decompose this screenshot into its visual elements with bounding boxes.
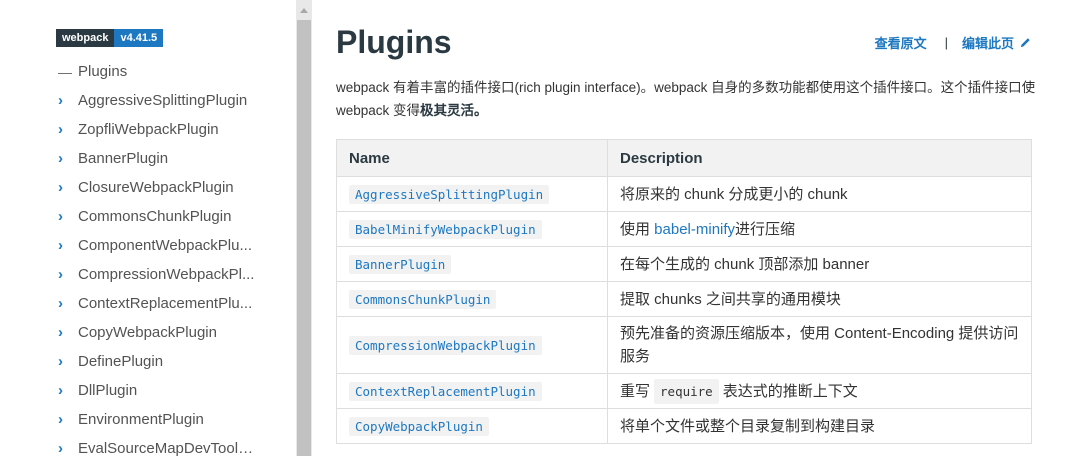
chevron-right-icon: › (58, 121, 63, 138)
divider: | (944, 35, 948, 50)
sidebar-item-zopfliwebpackplugin[interactable]: › ZopfliWebpackPlugin (58, 115, 258, 144)
table-row: AggressiveSplittingPlugin 将原来的 chunk 分成更… (336, 176, 1032, 212)
sidebar-item-label: CommonsChunkPlugin (78, 208, 232, 225)
sidebar-item-defineplugin[interactable]: › DefinePlugin (58, 347, 258, 376)
sidebar-item-bannerplugin[interactable]: › BannerPlugin (58, 144, 258, 173)
column-header-description: Description (607, 139, 1032, 177)
sidebar-item-label: EnvironmentPlugin (78, 411, 204, 428)
plugin-link[interactable]: CopyWebpackPlugin (349, 416, 489, 436)
badge-version: v4.41.5 (114, 29, 164, 47)
scroll-thumb[interactable] (297, 20, 311, 456)
sidebar-item-label: AggressiveSplittingPlugin (78, 92, 248, 109)
desc-text: 使用 (620, 220, 655, 238)
plugin-description: 重写 require 表达式的推断上下文 (607, 373, 1032, 409)
chevron-right-icon: › (58, 266, 63, 283)
sidebar: webpack v4.41.5 — Plugins › AggressiveSpli… (0, 0, 296, 457)
version-badge[interactable]: webpack v4.41.5 (56, 29, 164, 47)
table-row: CommonsChunkPlugin 提取 chunks 之间共享的通用模块 (336, 281, 1032, 317)
plugin-description: 使用 babel-minify进行压缩 (607, 211, 1032, 247)
plugin-link[interactable]: AggressiveSplittingPlugin (349, 184, 550, 204)
plugin-description: 预先准备的资源压缩版本，使用 Content-Encoding 提供访问服务 (607, 316, 1032, 374)
plugin-link[interactable]: CompressionWebpackPlugin (349, 335, 542, 355)
sidebar-item-componentwebpackplugin[interactable]: › ComponentWebpackPlu... (58, 231, 258, 260)
sidebar-item-evalsourcemapdevtoolplugin[interactable]: › EvalSourceMapDevToolP... (58, 434, 258, 463)
sidebar-item-contextreplacementplugin[interactable]: › ContextReplacementPlu... (58, 289, 258, 318)
sidebar-nav: — Plugins › AggressiveSplittingPlugin › Zop… (58, 57, 258, 463)
sidebar-item-label: CopyWebpackPlugin (78, 324, 217, 341)
sidebar-item-compressionwebpackplugin[interactable]: › CompressionWebpackPl... (58, 260, 258, 289)
table-row: CopyWebpackPlugin 将单个文件或整个目录复制到构建目录 (336, 408, 1032, 444)
plugin-name-cell: CommonsChunkPlugin (336, 281, 608, 317)
babel-minify-link[interactable]: babel-minify (654, 221, 735, 238)
chevron-right-icon: › (58, 237, 63, 254)
table-row: ContextReplacementPlugin 重写 require 表达式的推断… (336, 373, 1032, 409)
plugin-description: 提取 chunks 之间共享的通用模块 (607, 281, 1032, 317)
chevron-right-icon: › (58, 295, 63, 312)
chevron-right-icon: › (58, 324, 63, 341)
plugin-name-cell: AggressiveSplittingPlugin (336, 176, 608, 212)
dash-icon: — (58, 63, 72, 80)
sidebar-item-label: BannerPlugin (78, 150, 169, 167)
plugins-table: Name Description AggressiveSplittingPlug… (336, 139, 1032, 444)
sidebar-item-label: ZopfliWebpackPlugin (78, 121, 219, 138)
sidebar-item-label: Plugins (78, 63, 128, 80)
sidebar-item-label: DllPlugin (78, 382, 138, 399)
sidebar-item-closurewebpackplugin[interactable]: › ClosureWebpackPlugin (58, 173, 258, 202)
badge-name: webpack (56, 29, 115, 47)
intro-emphasis: 极其灵活。 (420, 103, 488, 118)
plugin-description: 将原来的 chunk 分成更小的 chunk (607, 176, 1032, 212)
sidebar-item-plugins[interactable]: — Plugins (58, 57, 258, 86)
plugin-name-cell: ContextReplacementPlugin (336, 373, 608, 409)
sidebar-item-label: ContextReplacementPlu... (78, 295, 253, 312)
plugin-name-cell: BabelMinifyWebpackPlugin (336, 211, 608, 247)
chevron-right-icon: › (58, 411, 63, 428)
table-row: BannerPlugin 在每个生成的 chunk 顶部添加 banner (336, 246, 1032, 282)
sidebar-scrollbar[interactable] (296, 0, 312, 456)
intro-paragraph: webpack 有着丰富的插件接口(rich plugin interface)… (336, 76, 1036, 122)
sidebar-item-copywebpackplugin[interactable]: › CopyWebpackPlugin (58, 318, 258, 347)
require-code: require (654, 378, 719, 404)
desc-text: 重写 (620, 382, 651, 400)
sidebar-item-aggressivesplittingplugin[interactable]: › AggressiveSplittingPlugin (58, 86, 258, 115)
plugin-name-cell: CopyWebpackPlugin (336, 408, 608, 444)
sidebar-item-dllplugin[interactable]: › DllPlugin (58, 376, 258, 405)
sidebar-item-commonschunkplugin[interactable]: › CommonsChunkPlugin (58, 202, 258, 231)
sidebar-item-label: ComponentWebpackPlu... (78, 237, 252, 254)
pencil-icon[interactable] (1020, 37, 1031, 48)
plugin-link[interactable]: CommonsChunkPlugin (349, 289, 497, 309)
chevron-right-icon: › (58, 150, 63, 167)
plugin-name-cell: BannerPlugin (336, 246, 608, 282)
scroll-up-arrow-icon[interactable] (300, 8, 308, 13)
page-title: Plugins (336, 24, 452, 60)
plugin-name-cell: CompressionWebpackPlugin (336, 316, 608, 374)
page-actions: 查看原文 | 编辑此页 (875, 33, 1031, 52)
view-source-link[interactable]: 查看原文 (875, 33, 927, 52)
chevron-right-icon: › (58, 440, 63, 457)
plugin-description: 将单个文件或整个目录复制到构建目录 (607, 408, 1032, 444)
column-header-name: Name (336, 139, 608, 177)
sidebar-item-environmentplugin[interactable]: › EnvironmentPlugin (58, 405, 258, 434)
chevron-right-icon: › (58, 208, 63, 225)
table-row: CompressionWebpackPlugin 预先准备的资源压缩版本，使用 … (336, 316, 1032, 374)
sidebar-item-label: EvalSourceMapDevToolP... (78, 440, 258, 457)
desc-text: 进行压缩 (735, 220, 796, 238)
sidebar-item-label: ClosureWebpackPlugin (78, 179, 234, 196)
chevron-right-icon: › (58, 353, 63, 370)
desc-text: 表达式的推断上下文 (722, 382, 858, 400)
plugin-description: 在每个生成的 chunk 顶部添加 banner (607, 246, 1032, 282)
sidebar-item-label: DefinePlugin (78, 353, 164, 370)
sidebar-item-label: CompressionWebpackPl... (78, 266, 255, 283)
main-content: Plugins 查看原文 | 编辑此页 webpack 有着丰富的插件接口(ri… (312, 0, 1073, 456)
plugin-link[interactable]: BabelMinifyWebpackPlugin (349, 219, 542, 239)
table-header-row: Name Description (336, 139, 1032, 177)
chevron-right-icon: › (58, 382, 63, 399)
chevron-right-icon: › (58, 179, 63, 196)
table-row: BabelMinifyWebpackPlugin 使用 babel-minify… (336, 211, 1032, 247)
plugin-link[interactable]: BannerPlugin (349, 254, 452, 274)
plugin-link[interactable]: ContextReplacementPlugin (349, 381, 542, 401)
chevron-right-icon: › (58, 92, 63, 109)
edit-page-link[interactable]: 编辑此页 (962, 33, 1014, 52)
